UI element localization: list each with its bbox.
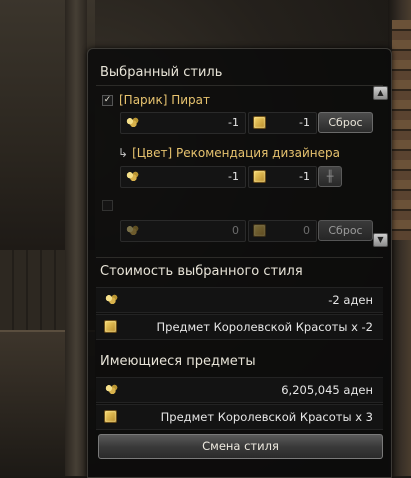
- background-bookshelf: [392, 20, 411, 240]
- style-cost-row: -1 -1 ╫: [120, 166, 382, 188]
- divider: [96, 85, 383, 86]
- adena-cost-box: -1: [120, 112, 246, 134]
- cost-adena-text: -2 аден: [328, 293, 373, 307]
- divider: [96, 257, 383, 258]
- style-name: [Цвет] Рекомендация дизайнера: [132, 146, 340, 160]
- style-cost-row: -1 -1 Сброс: [120, 112, 382, 134]
- reset-button[interactable]: Сброс: [318, 112, 373, 133]
- cost-coupon-text: Предмет Королевской Красоты x -2: [156, 320, 373, 334]
- adena-icon: [104, 383, 118, 396]
- coupon-cost-box: -1: [248, 166, 317, 188]
- color-picker-button[interactable]: ╫: [318, 166, 342, 187]
- sub-item-arrow-icon: ↳: [118, 146, 129, 160]
- coupon-cost-box: -1: [248, 112, 317, 134]
- selected-style-title: Выбранный стиль: [100, 65, 223, 80]
- style-checkbox[interactable]: ✓: [102, 94, 113, 106]
- owned-coupon-text: Предмет Королевской Красоты x 3: [160, 410, 373, 424]
- coupon-cost-value: -1: [299, 116, 310, 129]
- change-style-button[interactable]: Смена стиля: [98, 434, 383, 459]
- coupon-cost-box: 0: [248, 220, 317, 242]
- beauty-shop-panel: Выбранный стиль ▲ ▼ ✓ [Парик] Пират -1 -…: [87, 48, 392, 478]
- scroll-up-icon: ▲: [377, 88, 384, 97]
- coupon-icon: [253, 170, 266, 183]
- style-checkbox[interactable]: [102, 200, 113, 211]
- adena-icon: [125, 116, 139, 129]
- cost-adena-row: -2 аден: [96, 287, 383, 313]
- adena-cost-value: -1: [228, 170, 239, 183]
- background-pillar: [65, 0, 87, 476]
- style-name: [Парик] Пират: [119, 93, 211, 107]
- owned-adena-row: 6,205,045 аден: [96, 377, 383, 403]
- adena-cost-box: -1: [120, 166, 246, 188]
- adena-icon: [125, 170, 139, 183]
- adena-cost-value: -1: [228, 116, 239, 129]
- cost-coupon-row: Предмет Королевской Красоты x -2: [96, 314, 383, 340]
- coupon-icon: [253, 224, 266, 237]
- coupon-icon: [104, 410, 117, 423]
- owned-items-title: Имеющиеся предметы: [100, 354, 256, 369]
- selected-cost-title: Стоимость выбранного стиля: [100, 264, 303, 279]
- adena-cost-value: 0: [232, 224, 239, 237]
- scroll-up-button[interactable]: ▲: [373, 86, 388, 100]
- coupon-cost-value: 0: [303, 224, 310, 237]
- style-cost-row: 0 0 Сброс: [120, 220, 382, 242]
- coupon-icon: [104, 320, 117, 333]
- adena-cost-box: 0: [120, 220, 246, 242]
- adena-icon: [125, 224, 139, 237]
- adena-icon: [104, 293, 118, 306]
- reset-button[interactable]: Сброс: [318, 220, 373, 241]
- style-item-wig[interactable]: ✓ [Парик] Пират: [102, 93, 210, 107]
- coupon-icon: [253, 116, 266, 129]
- owned-adena-text: 6,205,045 аден: [281, 383, 373, 397]
- color-picker-icon: ╫: [326, 170, 334, 183]
- coupon-cost-value: -1: [299, 170, 310, 183]
- style-item-color[interactable]: ↳ [Цвет] Рекомендация дизайнера: [118, 146, 340, 160]
- owned-coupon-row: Предмет Королевской Красоты x 3: [96, 404, 383, 430]
- style-item-empty[interactable]: [102, 200, 119, 211]
